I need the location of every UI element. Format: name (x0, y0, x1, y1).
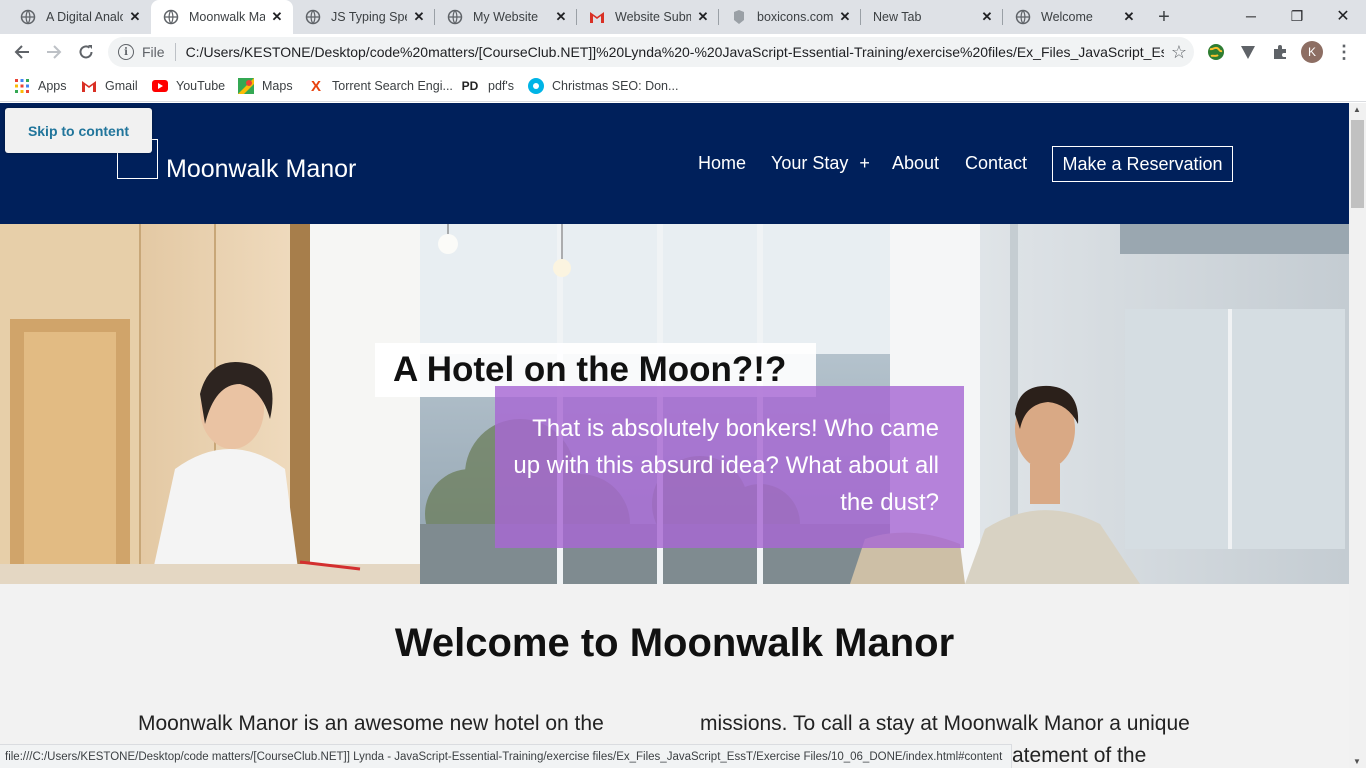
close-icon[interactable]: ✕ (127, 9, 143, 25)
url-text[interactable]: C:/Users/KESTONE/Desktop/code%20matters/… (186, 44, 1164, 60)
address-bar[interactable]: i File C:/Users/KESTONE/Desktop/code%20m… (108, 37, 1194, 67)
nav-home[interactable]: Home (698, 153, 746, 174)
close-icon[interactable]: ✕ (979, 9, 995, 25)
profile-avatar[interactable]: K (1301, 41, 1323, 63)
tab-title: My Website (473, 10, 539, 24)
tab-my-website[interactable]: My Website ✕ (435, 0, 577, 34)
vpn-extension-icon[interactable] (1238, 42, 1258, 62)
menu-kebab-icon[interactable]: ⋮ (1335, 40, 1353, 64)
gmail-icon (81, 78, 97, 94)
make-reservation-button[interactable]: Make a Reservation (1052, 146, 1233, 182)
forward-arrow-icon (47, 45, 62, 59)
close-icon[interactable]: ✕ (411, 9, 427, 25)
bookmark-maps[interactable]: Maps (238, 76, 293, 96)
reload-button[interactable] (72, 38, 100, 66)
restore-button[interactable]: ❐ (1274, 0, 1320, 32)
intro-text-line: Moonwalk Manor is an awesome new hotel o… (138, 712, 604, 735)
gmail-icon (589, 9, 605, 25)
bookmark-label: Gmail (105, 79, 138, 93)
nav-your-stay[interactable]: Your Stay + (771, 153, 870, 174)
bookmark-apps[interactable]: Apps (14, 76, 67, 96)
reload-icon (79, 45, 93, 59)
site-header: Moonwalk Manor Home Your Stay + About Co… (0, 103, 1349, 224)
tab-title: Website Subm (615, 10, 691, 24)
info-icon[interactable]: i (118, 44, 134, 60)
tab-title: New Tab (873, 10, 922, 24)
globe-icon (305, 9, 321, 25)
tab-welcome[interactable]: Welcome ✕ (1003, 0, 1145, 34)
bookmark-pdfs[interactable]: PD pdf's (460, 76, 514, 96)
hero-banner: A Hotel on the Moon?!? That is absolutel… (0, 224, 1349, 584)
tab-js-typing-speed[interactable]: JS Typing Spee ✕ (293, 0, 435, 34)
globe-icon (1015, 9, 1031, 25)
nav-contact[interactable]: Contact (965, 153, 1027, 174)
skip-to-content-link[interactable]: Skip to content (5, 108, 152, 153)
close-icon[interactable]: ✕ (1121, 9, 1137, 25)
back-button[interactable] (8, 38, 36, 66)
hero-title: A Hotel on the Moon?!? (393, 350, 787, 389)
globe-extension-icon[interactable] (1206, 42, 1226, 62)
tab-title: A Digital Analo (46, 10, 123, 24)
youtube-icon (152, 78, 168, 94)
tab-new-tab[interactable]: New Tab ✕ (861, 0, 1003, 34)
new-tab-button[interactable]: + (1152, 5, 1176, 29)
bookmarks-bar: Apps Gmail YouTube Maps X Torrent Search… (0, 70, 1366, 102)
globe-icon (20, 9, 36, 25)
tab-title: Moonwalk Ma (189, 10, 265, 24)
minimize-button[interactable]: ─ (1228, 0, 1274, 32)
bookmark-torrent[interactable]: X Torrent Search Engi... (308, 76, 453, 96)
bookmark-label: Christmas SEO: Don... (552, 79, 679, 93)
bookmark-label: Torrent Search Engi... (332, 79, 453, 93)
torrent-icon: X (310, 77, 321, 95)
close-icon[interactable]: ✕ (695, 9, 711, 25)
tab-digital-analog[interactable]: A Digital Analo ✕ (8, 0, 151, 34)
scroll-down-arrow-icon[interactable]: ▼ (1353, 757, 1361, 766)
bookmark-star-icon[interactable]: ☆ (1164, 42, 1194, 63)
scrollbar-thumb[interactable] (1351, 120, 1364, 208)
bookmark-label: pdf's (488, 79, 515, 93)
submenu-toggle-plus-icon[interactable]: + (859, 153, 870, 173)
close-icon[interactable]: ✕ (837, 9, 853, 25)
url-scheme: File (142, 44, 165, 60)
bookmark-label: Maps (262, 79, 293, 93)
seo-icon (528, 78, 544, 94)
site-title[interactable]: Moonwalk Manor (166, 155, 356, 184)
globe-icon (447, 9, 463, 25)
tab-title: boxicons.com (757, 10, 833, 24)
page-viewport: Skip to content Moonwalk Manor Home Your… (0, 103, 1349, 768)
nav-about[interactable]: About (892, 153, 939, 174)
extensions-puzzle-icon[interactable] (1270, 42, 1290, 62)
tab-title: Welcome (1041, 10, 1093, 24)
bookmark-christmas-seo[interactable]: Christmas SEO: Don... (528, 76, 678, 96)
hero-subtitle-box: That is absolutely bonkers! Who came up … (495, 386, 964, 548)
intro-column-left: Moonwalk Manor is an awesome new hotel o… (138, 708, 604, 740)
boxicons-icon (731, 9, 747, 25)
tab-moonwalk-manor[interactable]: Moonwalk Ma ✕ (151, 0, 293, 34)
intro-text-line: missions. To call a stay at Moonwalk Man… (700, 712, 1190, 735)
close-icon[interactable]: ✕ (553, 9, 569, 25)
link-status-bar: file:///C:/Users/KESTONE/Desktop/code ma… (0, 744, 1012, 768)
welcome-heading: Welcome to Moonwalk Manor (394, 621, 955, 665)
apps-grid-icon (14, 78, 30, 94)
tab-strip: A Digital Analo ✕ Moonwalk Ma ✕ JS Typin… (0, 0, 1366, 34)
back-arrow-icon (14, 45, 29, 59)
tab-boxicons[interactable]: boxicons.com ✕ (719, 0, 861, 34)
pdf-icon: PD (461, 79, 479, 93)
bookmark-label: YouTube (176, 79, 226, 93)
window-close-button[interactable]: ✕ (1320, 0, 1366, 32)
tab-website-submission[interactable]: Website Subm ✕ (577, 0, 719, 34)
bookmark-gmail[interactable]: Gmail (81, 76, 138, 96)
hero-subtitle: That is absolutely bonkers! Who came up … (513, 415, 939, 516)
globe-icon (163, 9, 179, 25)
scroll-up-arrow-icon[interactable]: ▲ (1353, 105, 1361, 114)
bookmark-label: Apps (38, 79, 67, 93)
browser-toolbar: i File C:/Users/KESTONE/Desktop/code%20m… (0, 34, 1366, 70)
bookmark-youtube[interactable]: YouTube (152, 76, 225, 96)
tab-title: JS Typing Spee (331, 10, 407, 24)
forward-button[interactable] (40, 38, 68, 66)
page-scrollbar[interactable]: ▲ ▼ (1349, 103, 1366, 768)
maps-icon (238, 78, 254, 94)
nav-your-stay-label: Your Stay (771, 153, 849, 173)
close-icon[interactable]: ✕ (269, 9, 285, 25)
